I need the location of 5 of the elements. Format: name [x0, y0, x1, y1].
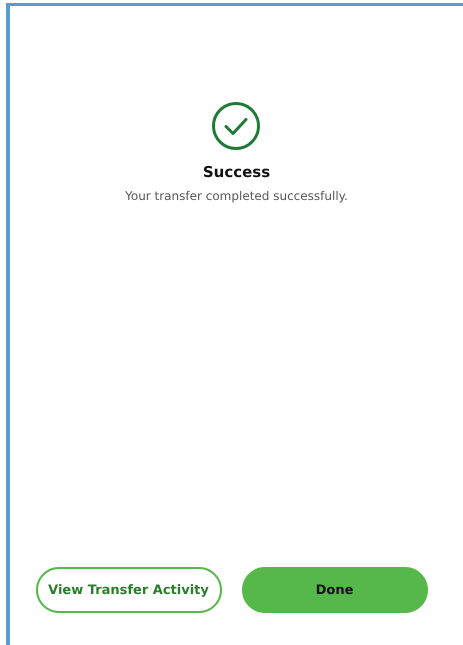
view-activity-button[interactable]: View Transfer Activity [36, 567, 222, 613]
success-title: Success [202, 163, 270, 181]
success-message: Your transfer completed successfully. [125, 189, 348, 203]
check-circle-icon [211, 101, 262, 151]
done-button[interactable]: Done [242, 567, 428, 613]
